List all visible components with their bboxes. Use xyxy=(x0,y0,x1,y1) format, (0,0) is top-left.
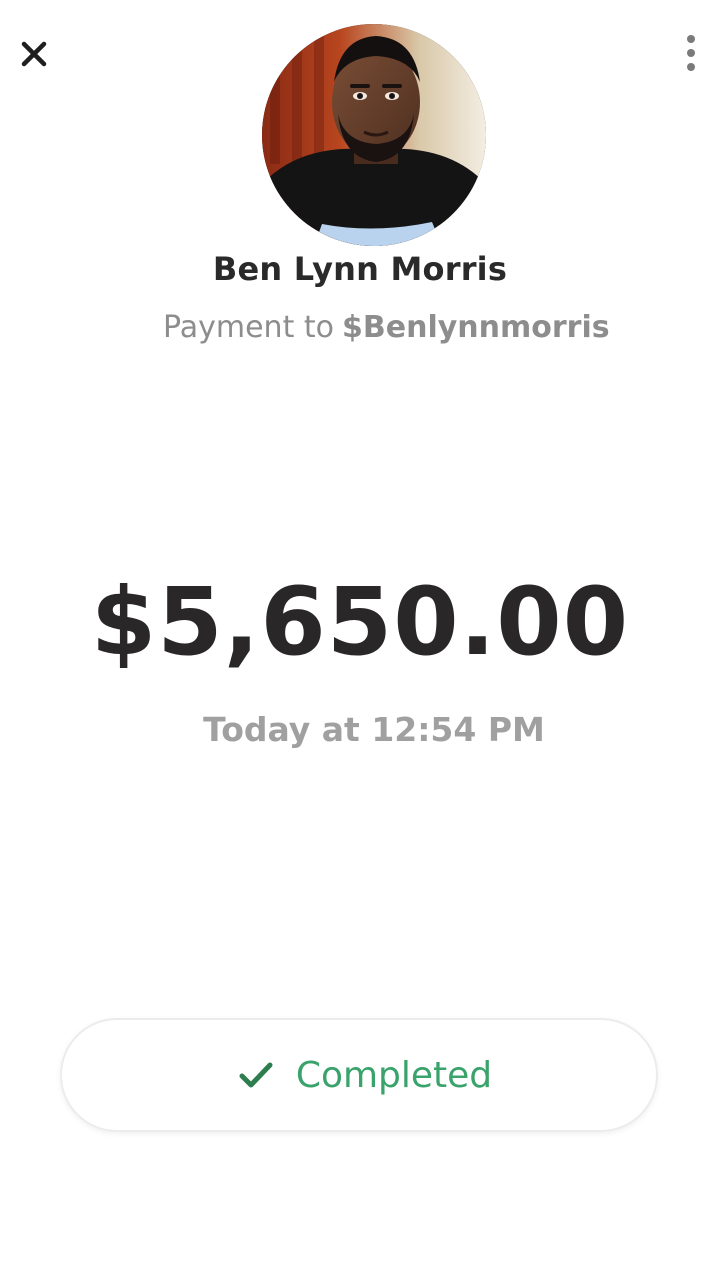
payment-recipient-line: Payment to $Benlynnmorris xyxy=(163,308,610,348)
recipient-handle: $Benlynnmorris xyxy=(342,310,610,345)
status-label: Completed xyxy=(295,1054,493,1096)
more-options-button[interactable] xyxy=(676,30,706,76)
profile-photo xyxy=(262,24,486,246)
check-icon xyxy=(236,1055,276,1095)
payment-amount: $5,650.00 xyxy=(90,568,630,677)
more-vertical-icon xyxy=(687,35,695,71)
payment-prefix: Payment to xyxy=(163,310,334,345)
payment-timestamp: Today at 12:54 PM xyxy=(203,710,545,749)
close-icon xyxy=(21,41,47,67)
close-button[interactable] xyxy=(14,34,54,74)
avatar xyxy=(262,24,486,246)
recipient-name: Ben Lynn Morris xyxy=(212,250,508,288)
status-completed-button[interactable]: Completed xyxy=(60,1018,658,1132)
